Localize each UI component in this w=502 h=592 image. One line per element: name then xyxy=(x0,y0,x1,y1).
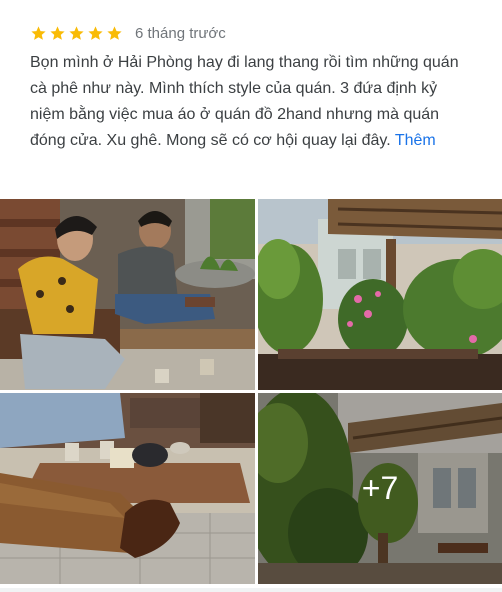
divider xyxy=(0,588,502,592)
review-text-block: Bọn mình ở Hải Phòng hay đi lang thang r… xyxy=(30,50,470,154)
star-icon xyxy=(31,25,46,40)
star-rating xyxy=(30,25,123,42)
review-photos: +7 xyxy=(0,199,502,587)
review-meta: 6 tháng trước xyxy=(30,20,226,46)
photo-friends-sitting[interactable] xyxy=(0,199,255,390)
star-icon xyxy=(107,25,122,40)
star-icon xyxy=(50,25,65,40)
review-time: 6 tháng trước xyxy=(135,24,226,42)
review-card: 6 tháng trước Bọn mình ở Hải Phòng hay đ… xyxy=(0,0,502,592)
more-photos-count: +7 xyxy=(361,470,399,506)
more-photos-overlay[interactable]: +7 xyxy=(258,393,502,584)
more-link[interactable]: Thêm xyxy=(395,132,436,149)
photo-garden-terrace[interactable] xyxy=(258,199,502,390)
photo-cafe-plants[interactable]: +7 xyxy=(258,393,502,584)
star-icon xyxy=(69,25,84,40)
star-icon xyxy=(88,25,103,40)
photo-table-legs[interactable] xyxy=(0,393,255,584)
